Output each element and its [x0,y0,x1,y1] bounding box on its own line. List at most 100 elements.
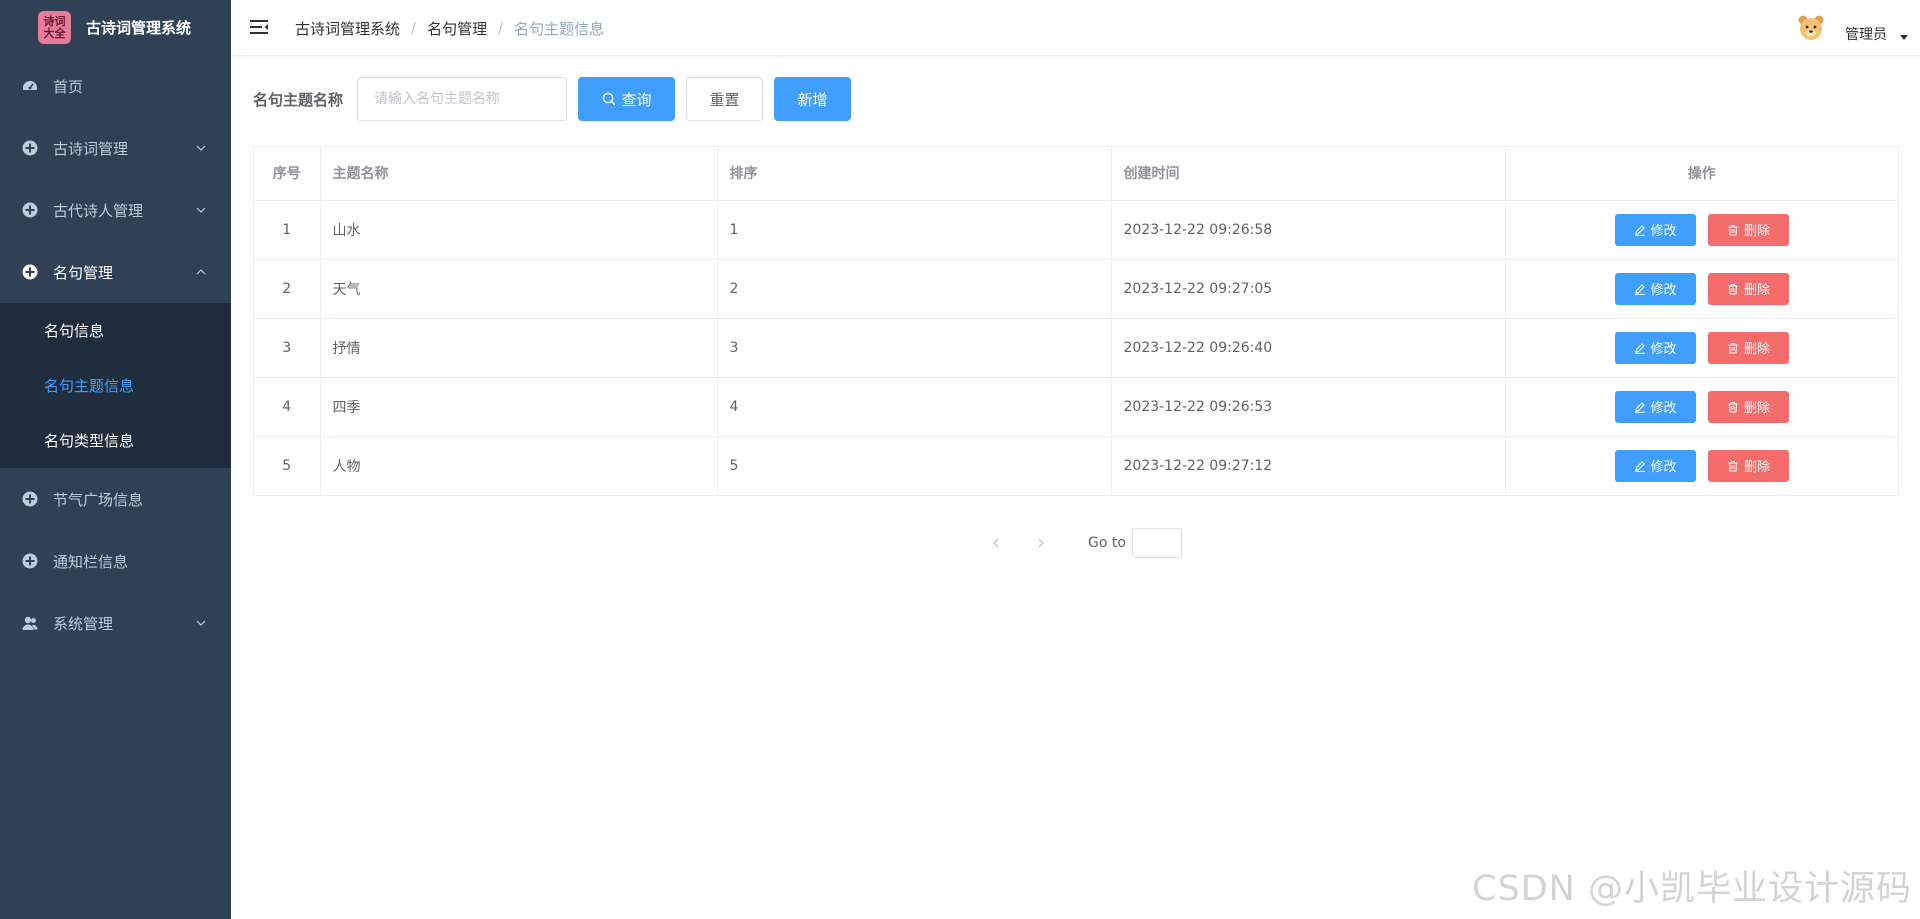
cell-index: 2 [254,259,321,319]
app-title: 古诗词管理系统 [86,19,192,37]
circle-plus-icon [22,491,38,507]
edit-icon [1634,224,1645,236]
cell-created: 2023-12-22 09:27:05 [1111,259,1506,319]
breadcrumb-separator: / [411,19,417,37]
query-button[interactable]: 查询 [578,77,676,121]
cell-sort: 3 [717,318,1112,378]
delete-button[interactable]: 删除 [1707,390,1789,423]
delete-button[interactable]: 删除 [1707,449,1789,482]
trash-icon [1728,283,1738,295]
delete-button-label: 删除 [1743,283,1770,298]
sidebar-item-label: 通知栏信息 [53,552,129,571]
column-header-created: 创建时间 [1111,147,1506,201]
next-page-button[interactable] [1025,527,1057,559]
add-button-label: 新增 [797,90,828,109]
reset-button[interactable]: 重置 [686,77,764,121]
chevron-down-icon [196,620,206,626]
sidebar-item-notice-bar[interactable]: 通知栏信息 [0,530,231,592]
chevron-down-icon [196,145,206,151]
breadcrumb-item-quote-management[interactable]: 名句管理 [427,18,487,39]
cell-index: 5 [254,436,321,495]
cell-index: 3 [254,318,321,378]
cell-actions: 修改 删除 [1505,200,1898,260]
edit-button[interactable]: 修改 [1614,213,1696,246]
prev-page-button[interactable] [980,527,1012,559]
column-header-name: 主题名称 [320,147,718,201]
goto-page-input[interactable] [1131,528,1182,558]
sidebar-item-poet-management[interactable]: 古代诗人管理 [0,179,231,241]
delete-button[interactable]: 删除 [1707,272,1789,305]
sidebar-item-label: 名句管理 [53,263,114,282]
sidebar-item-label: 系统管理 [53,614,114,633]
table-header-row: 序号 主题名称 排序 创建时间 操作 [254,147,1898,201]
sidebar-item-quote-management[interactable]: 名句管理 [0,241,231,303]
pagination: Go to [980,527,1182,559]
add-button[interactable]: 新增 [774,77,852,121]
cell-sort: 1 [717,200,1112,260]
edit-button[interactable]: 修改 [1614,449,1696,482]
breadcrumb-separator: / [498,19,504,37]
trash-icon [1728,342,1738,354]
hamburger-icon[interactable] [249,17,269,37]
sidebar-item-label: 古代诗人管理 [53,201,144,220]
sidebar-subitem-quote-theme-info[interactable]: 名句主题信息 [0,358,231,413]
edit-button[interactable]: 修改 [1614,331,1696,364]
logo[interactable]: 诗词 大全 古诗词管理系统 [0,0,231,55]
breadcrumb-item-home[interactable]: 古诗词管理系统 [295,18,400,39]
cell-created: 2023-12-22 09:27:12 [1111,436,1506,495]
sidebar-item-solar-term-square[interactable]: 节气广场信息 [0,468,231,530]
bear-avatar-icon[interactable] [1797,14,1825,42]
cell-sort: 2 [717,259,1112,319]
top-navbar: 古诗词管理系统 / 名句管理 / 名句主题信息 管理员 [231,0,1920,56]
sidebar-subitem-label: 名句主题信息 [44,377,135,395]
edit-button[interactable]: 修改 [1614,390,1696,423]
delete-button[interactable]: 删除 [1707,213,1789,246]
cell-sort: 5 [717,436,1112,495]
chevron-right-icon [1038,538,1044,548]
trash-icon [1728,401,1738,413]
edit-button-label: 修改 [1650,401,1677,416]
user-group-icon [22,615,38,631]
delete-button-label: 删除 [1743,342,1770,357]
user-name[interactable]: 管理员 [1845,24,1887,44]
table-row: 4 四季 4 2023-12-22 09:26:53 修改 删除 [254,377,1898,437]
sidebar-subitem-label: 名句信息 [44,322,105,340]
edit-icon [1634,401,1645,413]
sidebar-item-poem-management[interactable]: 古诗词管理 [0,117,231,179]
sidebar-subitem-label: 名句类型信息 [44,432,135,450]
cell-actions: 修改 删除 [1505,377,1898,437]
sidebar-subitem-quote-type-info[interactable]: 名句类型信息 [0,413,231,468]
column-header-actions: 操作 [1505,147,1898,201]
cell-index: 1 [254,200,321,260]
edit-button-label: 修改 [1650,342,1677,357]
reset-button-label: 重置 [709,90,740,109]
column-header-sort: 排序 [717,147,1112,201]
search-input[interactable] [357,77,568,121]
cell-actions: 修改 删除 [1505,259,1898,319]
caret-down-icon[interactable] [1900,35,1908,40]
chevron-up-icon [196,269,206,275]
delete-button[interactable]: 删除 [1707,331,1789,364]
cell-name: 山水 [320,200,718,260]
sidebar-item-label: 节气广场信息 [53,490,144,509]
dashboard-icon [22,78,38,94]
submenu-quote-management: 名句信息 名句主题信息 名句类型信息 [0,303,231,468]
cell-created: 2023-12-22 09:26:40 [1111,318,1506,378]
cell-actions: 修改 删除 [1505,318,1898,378]
edit-button[interactable]: 修改 [1614,272,1696,305]
search-label: 名句主题名称 [253,90,344,109]
sidebar-item-home[interactable]: 首页 [0,55,231,117]
delete-button-label: 删除 [1743,401,1770,416]
logo-text-line1: 诗词 [43,14,66,28]
circle-plus-icon [22,553,38,569]
delete-button-label: 删除 [1743,460,1770,476]
data-table: 序号 主题名称 排序 创建时间 操作 1 山水 1 2023-12-22 09:… [253,146,1899,496]
circle-plus-icon [22,140,38,156]
table-row: 2 天气 2 2023-12-22 09:27:05 修改 删除 [254,259,1898,319]
query-button-label: 查询 [621,90,652,109]
sidebar-item-system-management[interactable]: 系统管理 [0,592,231,654]
cell-sort: 4 [717,377,1112,437]
table-row: 5 人物 5 2023-12-22 09:27:12 修改 删除 [254,436,1898,495]
table-row: 3 抒情 3 2023-12-22 09:26:40 修改 删除 [254,318,1898,378]
sidebar-subitem-quote-info[interactable]: 名句信息 [0,303,231,358]
